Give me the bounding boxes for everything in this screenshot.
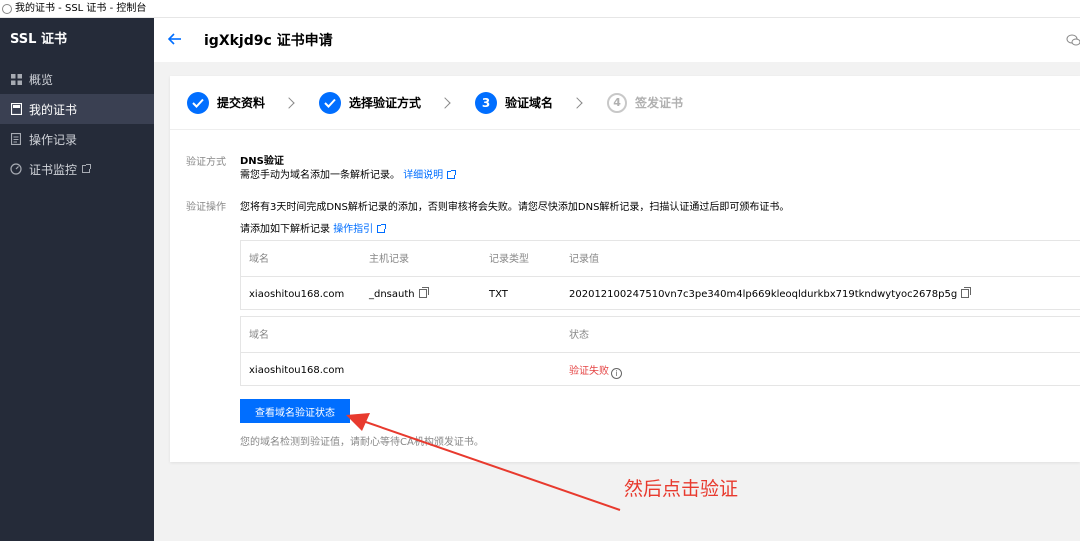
external-link-icon (82, 164, 92, 173)
status-badge: 验证失败 (569, 365, 609, 377)
verify-method-description: 需您手动为域名添加一条解析记录。 (240, 170, 400, 181)
verify-method-label: 验证方式 (186, 157, 226, 168)
col-header-status: 状态 (569, 330, 589, 342)
page-header: igXkjd9c 证书申请 (154, 18, 1080, 62)
cell-status: 验证失败 i (560, 351, 1080, 388)
chat-icon[interactable] (1066, 32, 1080, 46)
col-header-value: 记录值 (569, 254, 599, 266)
window-titlebar: 我的证书 - SSL 证书 - 控制台 (0, 0, 1080, 18)
window-title: 我的证书 - SSL 证书 - 控制台 (15, 2, 147, 14)
col-header-host: 主机记录 (369, 254, 409, 266)
col-header-domain: 域名 (249, 254, 269, 266)
step-issue-cert: 4 签发证书 (607, 92, 684, 113)
step-indicator: 提交资料 选择验证方式 3 验证域名 4 签发证书 (170, 76, 1080, 130)
step-verify-domain: 3 验证域名 (475, 91, 554, 114)
document-icon (10, 133, 22, 145)
annotation-text: 然后点击验证 (624, 478, 739, 500)
cell-value: 202012100247510vn7c3pe340m4lp669kleoqldu… (560, 275, 1080, 312)
step-label: 选择验证方式 (349, 96, 422, 110)
chevron-right-icon (439, 96, 451, 109)
sidebar-item-label: 概览 (29, 72, 54, 87)
external-link-icon[interactable] (447, 170, 457, 179)
step-label: 签发证书 (635, 96, 684, 110)
check-domain-status-button[interactable]: 查看域名验证状态 (240, 399, 350, 423)
verify-method-desc: 需您手动为域名添加一条解析记录。 详细说明 (240, 166, 457, 181)
chevron-right-icon (283, 96, 295, 109)
step-number: 4 (607, 92, 628, 113)
host-value: _dnsauth (369, 288, 415, 300)
step-label: 验证域名 (505, 96, 554, 110)
main-panel: 提交资料 选择验证方式 3 验证域名 4 签发证书 验证方式 DNS验证 需您手… (170, 76, 1080, 462)
table-row: xiaoshitou168.com 验证失败 i (240, 351, 1080, 388)
sidebar-item-label: 证书监控 (29, 162, 78, 177)
guide-link[interactable]: 操作指引 (333, 224, 373, 235)
sidebar-brand: SSL 证书 (10, 32, 67, 47)
app-icon (2, 3, 12, 14)
sidebar-item-overview[interactable]: 概览 (0, 64, 154, 94)
copy-icon[interactable] (961, 286, 972, 298)
grid-icon (10, 73, 22, 85)
sidebar-item-my-certificates[interactable]: 我的证书 (0, 94, 154, 124)
dns-record-table: 域名 主机记录 记录类型 记录值 xiaoshitou168.com _dnsa… (240, 240, 1080, 312)
verify-action-label: 验证操作 (186, 202, 226, 213)
table-header-row: 域名 状态 (240, 316, 1080, 352)
instruction-text: 请添加如下解析记录 (240, 224, 330, 235)
check-icon (319, 91, 342, 114)
cell-domain: xiaoshitou168.com (240, 351, 560, 388)
sidebar-item-cert-monitor[interactable]: 证书监控 (0, 154, 154, 184)
sidebar-item-label: 操作记录 (29, 132, 78, 147)
cell-host: _dnsauth (360, 275, 480, 312)
arrow-left-icon[interactable] (167, 32, 184, 48)
cell-domain: xiaoshitou168.com (240, 275, 360, 312)
info-icon[interactable]: i (611, 367, 622, 379)
status-table: 域名 状态 xiaoshitou168.com 验证失败 i (240, 316, 1080, 388)
cell-type: TXT (480, 275, 560, 312)
record-value: 202012100247510vn7c3pe340m4lp669kleoqldu… (569, 288, 958, 300)
step-submit-info: 提交资料 (187, 91, 266, 114)
sidebar: SSL 证书 概览 我的证书 操作记录 证书监控 (0, 18, 154, 541)
step-label: 提交资料 (217, 96, 266, 110)
verify-method-value: DNS验证 (240, 156, 284, 167)
certificate-icon (10, 103, 22, 115)
hint-text: 您的域名检测到验证值，请耐心等待CA机构颁发证书。 (240, 437, 484, 448)
table-row: xiaoshitou168.com _dnsauth TXT 202012100… (240, 275, 1080, 312)
check-icon (187, 91, 209, 114)
details-link[interactable]: 详细说明 (403, 170, 443, 181)
copy-icon[interactable] (418, 286, 429, 298)
step-number: 3 (475, 91, 498, 114)
table-header-row: 域名 主机记录 记录类型 记录值 (240, 240, 1080, 276)
step-choose-method: 选择验证方式 (319, 91, 422, 114)
external-link-icon[interactable] (377, 224, 387, 233)
col-header-type: 记录类型 (489, 254, 529, 266)
sidebar-item-operation-log[interactable]: 操作记录 (0, 124, 154, 154)
page-title: igXkjd9c 证书申请 (204, 33, 333, 49)
monitor-gauge-icon (10, 163, 22, 175)
verify-action-instruction-row: 请添加如下解析记录 操作指引 (240, 220, 387, 235)
col-header-domain: 域名 (249, 330, 269, 342)
chevron-right-icon (571, 96, 583, 109)
verify-action-notice: 您将有3天时间完成DNS解析记录的添加，否则审核将会失败。请您尽快添加DNS解析… (240, 202, 790, 213)
sidebar-item-label: 我的证书 (29, 102, 78, 117)
